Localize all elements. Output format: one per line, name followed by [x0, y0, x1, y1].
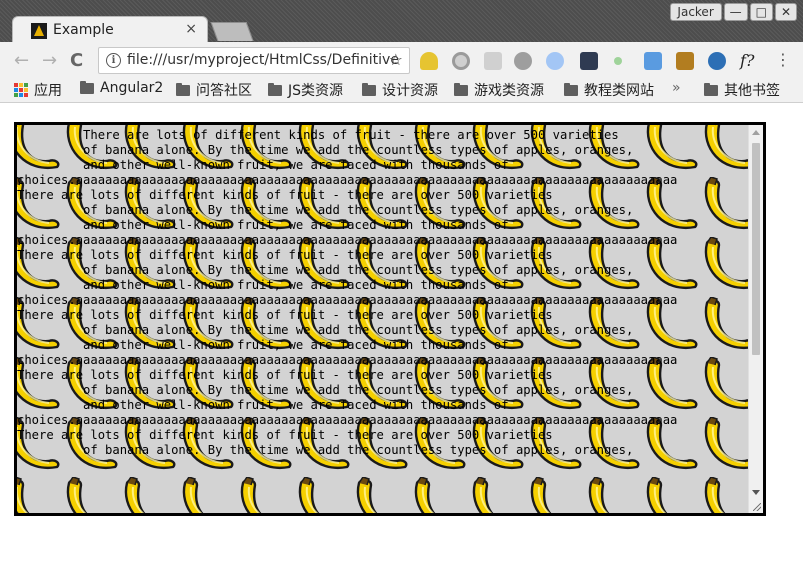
- bookmark-label: 其他书签: [724, 83, 780, 99]
- extension-icon-9[interactable]: [676, 52, 694, 70]
- bookmark-label: 问答社区: [196, 83, 252, 99]
- folder-icon: [454, 82, 468, 96]
- reload-button[interactable]: C: [70, 50, 83, 71]
- extension-icon-2[interactable]: [452, 52, 470, 70]
- page-favicon-icon: [31, 23, 47, 39]
- folder-icon: [362, 82, 376, 96]
- folder-icon: [704, 82, 718, 96]
- scroll-down-arrow-icon[interactable]: [752, 490, 760, 495]
- profile-button[interactable]: Jacker: [669, 3, 722, 21]
- page-viewport: There are lots of different kinds of fru…: [0, 103, 803, 586]
- folder-icon: [80, 80, 94, 94]
- minimize-button[interactable]: —: [723, 3, 748, 21]
- extension-icon-7[interactable]: [614, 57, 622, 65]
- font-extension-icon[interactable]: f?: [740, 51, 755, 70]
- new-tab-button[interactable]: [210, 22, 254, 41]
- bookmark-label: 设计资源: [382, 83, 438, 99]
- tab-title: Example: [53, 22, 114, 38]
- extension-icon-5[interactable]: [546, 52, 564, 70]
- maximize-button[interactable]: □: [749, 3, 773, 21]
- window-controls: Jacker — □ ✕: [669, 3, 797, 21]
- bookmarks-overflow-button[interactable]: »: [672, 80, 681, 96]
- extension-icon-4[interactable]: [514, 52, 532, 70]
- bookmark-folder-design[interactable]: 设计资源: [362, 80, 438, 100]
- folder-icon: [564, 82, 578, 96]
- url-text[interactable]: file:///usr/myproject/HtmlCss/Definitive: [127, 52, 399, 68]
- info-icon[interactable]: i: [106, 53, 121, 68]
- window-titlebar: Example × Jacker — □ ✕: [0, 0, 803, 44]
- bookmark-folder-qa[interactable]: 问答社区: [176, 80, 252, 100]
- address-bar[interactable]: i file:///usr/myproject/HtmlCss/Definiti…: [98, 47, 410, 74]
- extension-icon-1[interactable]: [420, 52, 438, 70]
- extension-icon-8[interactable]: [644, 52, 662, 70]
- extension-icon-3[interactable]: [484, 52, 502, 70]
- scrollbar-thumb[interactable]: [752, 143, 760, 355]
- back-button[interactable]: ←: [14, 50, 29, 71]
- bookmark-folder-js[interactable]: JS类资源: [268, 80, 343, 100]
- scrollable-text-box[interactable]: There are lots of different kinds of fru…: [14, 122, 766, 516]
- bookmark-star-icon[interactable]: ☆: [389, 50, 403, 69]
- apps-grid-icon: [14, 83, 28, 97]
- bookmark-folder-other[interactable]: 其他书签: [704, 80, 780, 100]
- close-window-button[interactable]: ✕: [774, 3, 797, 21]
- folder-icon: [176, 82, 190, 96]
- scroll-up-arrow-icon[interactable]: [752, 130, 760, 135]
- bookmark-label: Angular2: [100, 80, 164, 96]
- tab-example[interactable]: Example ×: [12, 16, 208, 44]
- resize-grip-icon[interactable]: [751, 501, 763, 513]
- extension-icon-10[interactable]: [708, 52, 726, 70]
- forward-button[interactable]: →: [42, 50, 57, 71]
- bookmark-apps[interactable]: 应用: [14, 80, 62, 100]
- bookmark-label: 应用: [34, 83, 62, 99]
- menu-icon[interactable]: ⋮: [775, 50, 791, 69]
- bookmark-label: 教程类网站: [584, 83, 654, 99]
- bookmarks-bar: 应用 Angular2 问答社区 JS类资源 设计资源 游戏类资源 教程类网站 …: [0, 78, 803, 103]
- extension-icon-6[interactable]: [580, 52, 598, 70]
- bookmark-label: 游戏类资源: [474, 83, 544, 99]
- folder-icon: [268, 82, 282, 96]
- fruit-paragraph-text: There are lots of different kinds of fru…: [17, 128, 678, 457]
- bookmark-label: JS类资源: [288, 83, 344, 99]
- vertical-scrollbar[interactable]: [748, 125, 763, 513]
- tab-close-icon[interactable]: ×: [185, 21, 197, 37]
- bookmark-folder-games[interactable]: 游戏类资源: [454, 80, 544, 100]
- bookmark-folder-tutorials[interactable]: 教程类网站: [564, 80, 654, 100]
- bookmark-folder-angular2[interactable]: Angular2: [80, 80, 163, 96]
- browser-toolbar: ← → C i file:///usr/myproject/HtmlCss/De…: [0, 42, 803, 78]
